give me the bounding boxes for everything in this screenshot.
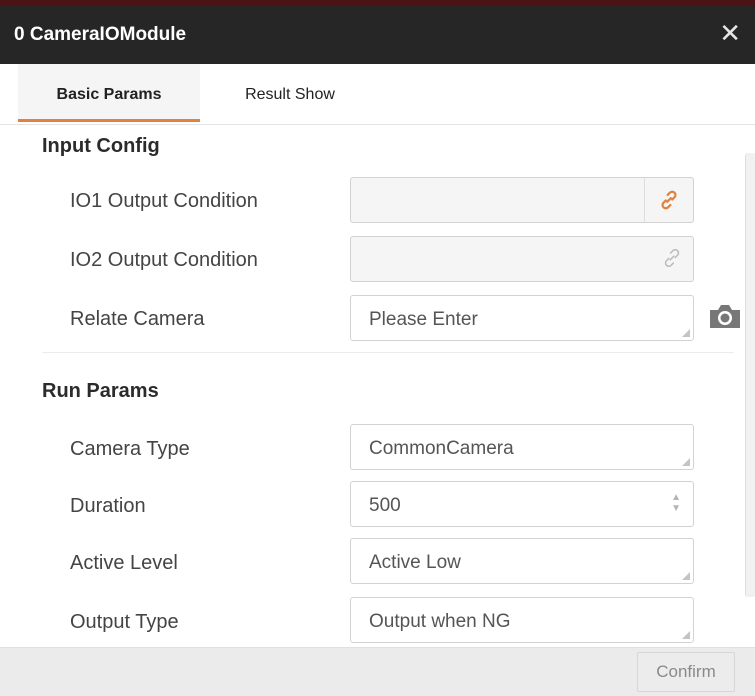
tab-result-show[interactable]: Result Show xyxy=(210,64,370,122)
confirm-button[interactable]: Confirm xyxy=(637,652,735,692)
active-level-value: Active Low xyxy=(369,552,461,573)
camera-type-field[interactable]: CommonCamera xyxy=(350,424,694,470)
run-params-heading: Run Params xyxy=(42,380,159,402)
camera-icon[interactable] xyxy=(707,302,743,330)
section-divider xyxy=(42,352,734,353)
camera-type-label: Camera Type xyxy=(70,438,190,460)
relate-camera-label: Relate Camera xyxy=(70,308,205,330)
io2-output-condition-label: IO2 Output Condition xyxy=(70,249,258,271)
io1-output-condition-label: IO1 Output Condition xyxy=(70,190,258,212)
dialog-footer: Confirm xyxy=(0,647,755,696)
vertical-scrollbar[interactable] xyxy=(745,153,755,597)
io1-output-condition-field[interactable] xyxy=(350,177,694,223)
duration-stepper[interactable]: 500 ▲ ▼ xyxy=(350,481,694,527)
output-type-label: Output Type xyxy=(70,611,179,633)
resize-handle-icon xyxy=(682,458,690,466)
io1-link-button[interactable] xyxy=(644,178,693,222)
active-level-label: Active Level xyxy=(70,552,178,574)
duration-value: 500 xyxy=(369,495,401,516)
params-panel: Input Config IO1 Output Condition IO2 Ou… xyxy=(0,125,745,647)
input-config-heading: Input Config xyxy=(42,135,160,157)
link-icon xyxy=(661,190,677,210)
output-type-value: Output when NG xyxy=(369,611,511,632)
tab-basic-params[interactable]: Basic Params xyxy=(18,64,200,122)
resize-handle-icon xyxy=(682,329,690,337)
resize-handle-icon xyxy=(682,631,690,639)
io2-link-button[interactable] xyxy=(661,247,683,275)
camera-type-value: CommonCamera xyxy=(369,438,514,459)
title-bar: 0 CameraIOModule ✕ xyxy=(0,6,755,64)
io2-output-condition-field[interactable] xyxy=(350,236,694,282)
close-icon[interactable]: ✕ xyxy=(719,20,741,46)
resize-handle-icon xyxy=(682,572,690,580)
duration-label: Duration xyxy=(70,495,146,517)
window-title: 0 CameraIOModule xyxy=(14,24,187,45)
stepper-arrows-icon[interactable]: ▲ ▼ xyxy=(671,492,681,514)
tab-bar: Basic Params Result Show xyxy=(0,64,755,125)
link-icon xyxy=(664,249,680,267)
relate-camera-placeholder: Please Enter xyxy=(369,309,478,330)
active-level-field[interactable]: Active Low xyxy=(350,538,694,584)
relate-camera-input[interactable]: Please Enter xyxy=(350,295,694,341)
output-type-field[interactable]: Output when NG xyxy=(350,597,694,643)
